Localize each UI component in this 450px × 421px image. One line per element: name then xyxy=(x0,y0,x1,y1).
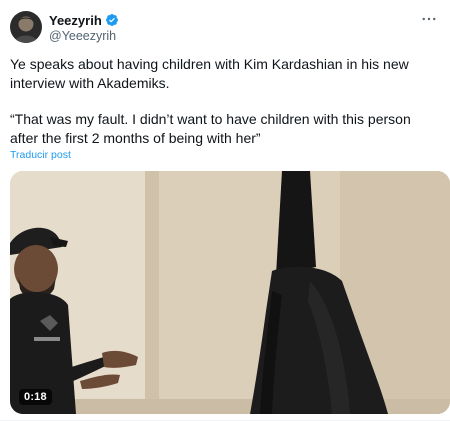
translate-post-link[interactable]: Traducir post xyxy=(10,149,71,161)
author-info: Yeezyrih @Yeeezyrih xyxy=(49,12,119,43)
video-duration-badge: 0:18 xyxy=(19,389,52,405)
post-text: Ye speaks about having children with Kim… xyxy=(10,55,435,147)
more-options-icon[interactable] xyxy=(420,10,438,28)
name-row: Yeezyrih xyxy=(49,12,119,28)
video-player[interactable]: 0:18 xyxy=(10,171,450,414)
video-frame xyxy=(10,171,450,414)
author-display-name[interactable]: Yeezyrih xyxy=(49,13,102,28)
verified-badge-icon xyxy=(105,14,118,26)
post-header: Yeezyrih @Yeeezyrih xyxy=(10,10,440,44)
avatar-image xyxy=(10,11,42,43)
author-handle[interactable]: @Yeeezyrih xyxy=(49,29,119,43)
avatar[interactable] xyxy=(10,11,42,43)
post-card[interactable]: Yeezyrih @Yeeezyrih Ye speaks about havi… xyxy=(0,0,450,421)
post-paragraph: “That was my fault. I didn’t want to hav… xyxy=(10,111,411,146)
post-paragraph: Ye speaks about having children with Kim… xyxy=(10,56,409,91)
